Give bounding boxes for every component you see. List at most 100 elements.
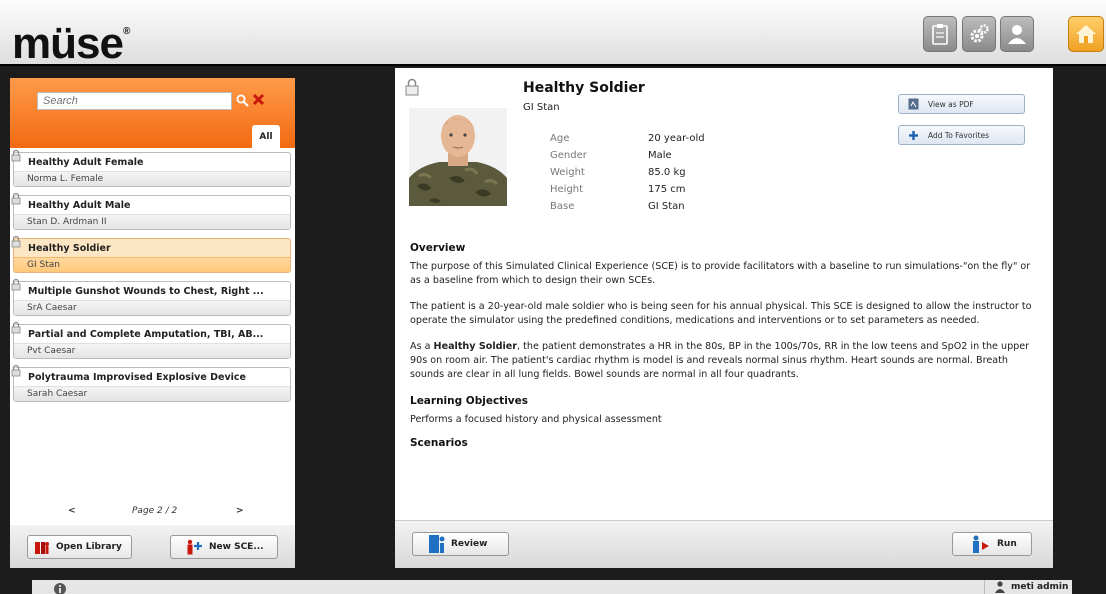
home-button[interactable]	[1068, 16, 1104, 52]
app-header: müse®	[0, 0, 1106, 68]
detail-footer: Review Run	[395, 520, 1053, 568]
sce-detail-panel: Healthy Soldier GI Stan Age 20 year-old G…	[395, 68, 1053, 568]
list-item-subtitle: SrA Caesar	[14, 300, 290, 315]
next-page-button[interactable]: >	[236, 506, 244, 516]
lock-icon	[11, 321, 21, 334]
lock-icon	[11, 278, 21, 291]
open-library-button[interactable]: Open Library	[27, 535, 132, 559]
scenarios-heading: Scenarios	[410, 437, 468, 449]
overview-paragraph: The patient is a 20-year-old male soldie…	[410, 301, 1032, 326]
view-pdf-button[interactable]: View as PDF	[898, 94, 1025, 114]
list-item-subtitle: Pvt Caesar	[14, 343, 290, 358]
list-item-subtitle: GI Stan	[14, 257, 290, 272]
lock-icon	[11, 192, 21, 205]
clipboard-icon	[932, 24, 948, 45]
info-icon[interactable]	[54, 583, 66, 594]
list-item-title: Healthy Soldier	[28, 243, 111, 254]
open-library-label: Open Library	[56, 542, 122, 552]
left-footer: Open Library New SCE...	[10, 525, 295, 568]
lock-icon	[11, 235, 21, 248]
search-icon[interactable]	[236, 92, 249, 111]
list-item-subtitle: Stan D. Ardman II	[14, 214, 290, 229]
view-pdf-label: View as PDF	[928, 99, 974, 109]
property-row: Height 175 cm	[550, 181, 705, 198]
review-label: Review	[451, 539, 488, 549]
page-title: Healthy Soldier	[523, 80, 645, 96]
property-value: Male	[648, 150, 672, 161]
overview-text: As a	[410, 341, 434, 352]
property-key: Age	[550, 133, 570, 144]
list-item-subtitle: Norma L. Female	[14, 171, 290, 186]
list-item-title: Multiple Gunshot Wounds to Chest, Right …	[28, 286, 264, 297]
clipboard-button[interactable]	[923, 16, 957, 52]
user-icon	[995, 581, 1005, 593]
clear-search-icon[interactable]	[252, 91, 265, 110]
user-button[interactable]	[1000, 16, 1034, 52]
overview-paragraph: The purpose of this Simulated Clinical E…	[410, 261, 1031, 286]
lock-icon	[405, 78, 419, 96]
objectives-heading: Learning Objectives	[410, 395, 529, 407]
property-row: Weight 85.0 kg	[550, 164, 705, 181]
list-item-title: Polytrauma Improvised Explosive Device	[28, 372, 246, 383]
user-icon	[1008, 25, 1026, 44]
list-item-selected[interactable]: Healthy Soldier GI Stan	[11, 235, 291, 273]
property-key: Height	[550, 184, 584, 195]
list-item[interactable]: Partial and Complete Amputation, TBI, AB…	[11, 321, 291, 359]
property-key: Base	[550, 201, 575, 212]
add-favorites-label: Add To Favorites	[928, 130, 990, 140]
tab-all[interactable]: All	[252, 125, 280, 148]
sce-list-panel: All Healthy Adult Female Norma L. Female…	[10, 78, 295, 568]
page-indicator: Page 2 / 2	[132, 506, 178, 516]
property-value: GI Stan	[648, 201, 685, 212]
prev-page-button[interactable]: <	[68, 506, 76, 516]
plus-icon	[909, 130, 918, 140]
property-row: Base GI Stan	[550, 198, 705, 215]
overview-bold-text: Healthy Soldier	[433, 341, 518, 352]
search-bar: All	[10, 78, 295, 148]
user-name: meti admin	[1011, 582, 1069, 592]
patient-photo	[409, 108, 507, 206]
list-item[interactable]: Multiple Gunshot Wounds to Chest, Right …	[11, 278, 291, 316]
gears-icon	[970, 24, 989, 43]
new-sce-icon	[187, 539, 202, 555]
patient-properties: Age 20 year-old Gender Male Weight 85.0 kg …	[550, 130, 705, 215]
list-item[interactable]: Polytrauma Improvised Explosive Device S…	[11, 364, 291, 402]
list-item-title: Healthy Adult Male	[28, 200, 131, 211]
property-key: Weight	[550, 167, 585, 178]
list-item[interactable]: Healthy Adult Male Stan D. Ardman II	[11, 192, 291, 230]
property-value: 85.0 kg	[648, 167, 686, 178]
home-icon	[1076, 25, 1096, 43]
status-bar: meti admin	[32, 580, 1072, 594]
lock-icon	[11, 364, 21, 377]
run-icon	[973, 535, 989, 553]
new-sce-button[interactable]: New SCE...	[170, 535, 278, 559]
overview-paragraph: As a Healthy Soldier, the patient demons…	[410, 340, 1035, 382]
list-item-subtitle: Sarah Caesar	[14, 386, 290, 401]
property-value: 175 cm	[648, 184, 686, 195]
pdf-icon	[908, 98, 919, 110]
library-icon	[35, 542, 49, 554]
lock-icon	[11, 149, 21, 162]
sce-description: Overview The purpose of this Simulated C…	[410, 241, 1035, 455]
property-row: Gender Male	[550, 147, 705, 164]
settings-button[interactable]	[962, 16, 996, 52]
property-value: 20 year-old	[648, 133, 705, 144]
page-subtitle: GI Stan	[523, 102, 560, 113]
objectives-text: Performs a focused history and physical …	[410, 414, 662, 425]
run-button[interactable]: Run	[952, 532, 1032, 556]
new-sce-label: New SCE...	[209, 542, 264, 552]
property-row: Age 20 year-old	[550, 130, 705, 147]
review-icon	[429, 535, 445, 553]
property-key: Gender	[550, 150, 587, 161]
list-item-title: Partial and Complete Amputation, TBI, AB…	[28, 329, 264, 340]
current-user[interactable]: meti admin	[984, 580, 1072, 594]
pager: < Page 2 / 2 >	[10, 502, 295, 522]
run-label: Run	[997, 539, 1017, 549]
list-item[interactable]: Healthy Adult Female Norma L. Female	[11, 149, 291, 187]
list-item-title: Healthy Adult Female	[28, 157, 144, 168]
review-button[interactable]: Review	[412, 532, 509, 556]
search-input[interactable]	[37, 92, 232, 110]
add-favorites-button[interactable]: Add To Favorites	[898, 125, 1025, 145]
muse-logo: müse®	[12, 19, 130, 68]
overview-heading: Overview	[410, 242, 466, 254]
